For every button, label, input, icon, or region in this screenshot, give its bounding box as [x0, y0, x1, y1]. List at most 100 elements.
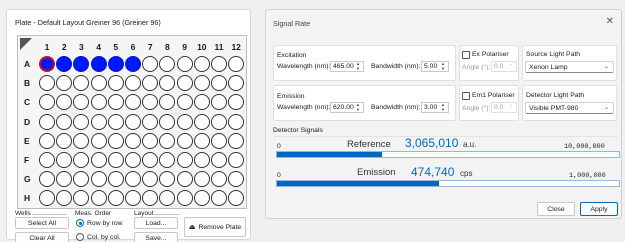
well[interactable] — [228, 75, 245, 92]
well[interactable] — [125, 132, 141, 149]
well[interactable] — [107, 94, 124, 111]
well[interactable] — [39, 113, 55, 130]
column-header[interactable]: 2 — [56, 42, 72, 52]
well[interactable] — [142, 75, 159, 92]
row-by-row-radio[interactable] — [76, 219, 84, 227]
well[interactable] — [56, 56, 73, 72]
apply-button[interactable]: Apply — [580, 202, 618, 216]
well[interactable] — [56, 171, 73, 188]
well[interactable] — [176, 190, 193, 207]
column-header[interactable]: 8 — [159, 42, 175, 52]
row-header[interactable]: E — [24, 136, 36, 146]
column-header[interactable]: 6 — [125, 42, 141, 52]
spin-arrows-icon[interactable]: ▲ ▼ — [439, 102, 447, 112]
well[interactable] — [90, 190, 107, 207]
column-header[interactable]: 3 — [73, 42, 89, 52]
well[interactable] — [228, 94, 245, 111]
well[interactable] — [107, 56, 124, 72]
em-angle-spinner[interactable]: 0.0 ⌄ — [491, 102, 517, 113]
well[interactable] — [176, 171, 193, 188]
well[interactable] — [142, 171, 159, 188]
source-light-path-select[interactable]: Xenon Lamp ⌄ — [525, 61, 614, 73]
well[interactable] — [73, 94, 90, 111]
row-header[interactable]: D — [24, 117, 36, 127]
well[interactable] — [193, 113, 210, 130]
row-header[interactable]: H — [24, 193, 36, 203]
well[interactable] — [228, 171, 245, 188]
column-header[interactable]: 4 — [91, 42, 107, 52]
well[interactable] — [193, 56, 210, 72]
well[interactable] — [228, 56, 245, 72]
well[interactable] — [56, 190, 73, 207]
column-header[interactable]: 11 — [211, 42, 227, 52]
ex-angle-spinner[interactable]: 0.0 ⌄ — [491, 61, 517, 72]
well[interactable] — [176, 56, 193, 72]
well[interactable] — [159, 94, 176, 111]
well[interactable] — [73, 171, 90, 188]
well[interactable] — [142, 113, 159, 130]
well[interactable] — [73, 152, 90, 168]
well[interactable] — [176, 113, 193, 130]
well[interactable] — [56, 152, 73, 168]
col-by-col-option[interactable]: Col. by col. — [76, 233, 121, 241]
well[interactable] — [90, 152, 107, 168]
row-header[interactable]: B — [24, 78, 36, 88]
well[interactable] — [193, 94, 210, 111]
well[interactable] — [39, 56, 55, 72]
well[interactable] — [73, 56, 90, 72]
column-header[interactable]: 7 — [142, 42, 158, 52]
well[interactable] — [90, 113, 107, 130]
well[interactable] — [73, 113, 90, 130]
detector-light-path-select[interactable]: Visible PMT-980 ⌄ — [525, 102, 614, 114]
well[interactable] — [125, 113, 141, 130]
well[interactable] — [56, 94, 73, 111]
well[interactable] — [193, 152, 210, 168]
plate-grid[interactable]: 1 2 3 4 5 6 7 8 9 10 11 12 A B C D E F G H — [17, 35, 247, 209]
well[interactable] — [193, 132, 210, 149]
well[interactable] — [39, 152, 55, 168]
select-all-corner[interactable] — [20, 38, 32, 50]
well[interactable] — [39, 171, 55, 188]
row-by-row-option[interactable]: Row by row — [76, 219, 123, 227]
spin-arrows-icon[interactable]: ▲ ▼ — [354, 61, 362, 71]
row-header[interactable]: F — [24, 155, 36, 165]
well[interactable] — [56, 132, 73, 149]
well[interactable] — [39, 190, 55, 207]
well[interactable] — [125, 56, 141, 72]
well[interactable] — [90, 75, 107, 92]
em-wavelength-spinner[interactable]: 620.00 ▲ ▼ — [330, 102, 364, 113]
well[interactable] — [176, 94, 193, 111]
well[interactable] — [39, 132, 55, 149]
well[interactable] — [107, 113, 124, 130]
well[interactable] — [159, 132, 176, 149]
spin-arrows-icon[interactable]: ▲ ▼ — [354, 102, 362, 112]
clear-all-button[interactable]: Clear All — [15, 232, 69, 242]
well[interactable] — [211, 171, 227, 188]
col-by-col-radio[interactable] — [76, 233, 84, 241]
well[interactable] — [142, 56, 159, 72]
well[interactable] — [125, 94, 141, 111]
column-header[interactable]: 10 — [194, 42, 210, 52]
well[interactable] — [73, 75, 90, 92]
well[interactable] — [73, 190, 90, 207]
well[interactable] — [176, 152, 193, 168]
well[interactable] — [125, 190, 141, 207]
well[interactable] — [159, 56, 176, 72]
well[interactable] — [107, 171, 124, 188]
select-all-button[interactable]: Select All — [15, 217, 69, 229]
well[interactable] — [39, 75, 55, 92]
well[interactable] — [107, 190, 124, 207]
row-header[interactable]: A — [24, 59, 36, 69]
close-icon[interactable]: ✕ — [606, 16, 614, 27]
well[interactable] — [228, 190, 245, 207]
well[interactable] — [73, 132, 90, 149]
well[interactable] — [159, 113, 176, 130]
em-polariser-checkbox[interactable] — [462, 92, 470, 100]
column-header[interactable]: 1 — [39, 42, 55, 52]
well[interactable] — [56, 113, 73, 130]
well[interactable] — [228, 113, 245, 130]
well[interactable] — [211, 132, 227, 149]
well[interactable] — [211, 152, 227, 168]
well[interactable] — [211, 56, 227, 72]
well[interactable] — [193, 171, 210, 188]
